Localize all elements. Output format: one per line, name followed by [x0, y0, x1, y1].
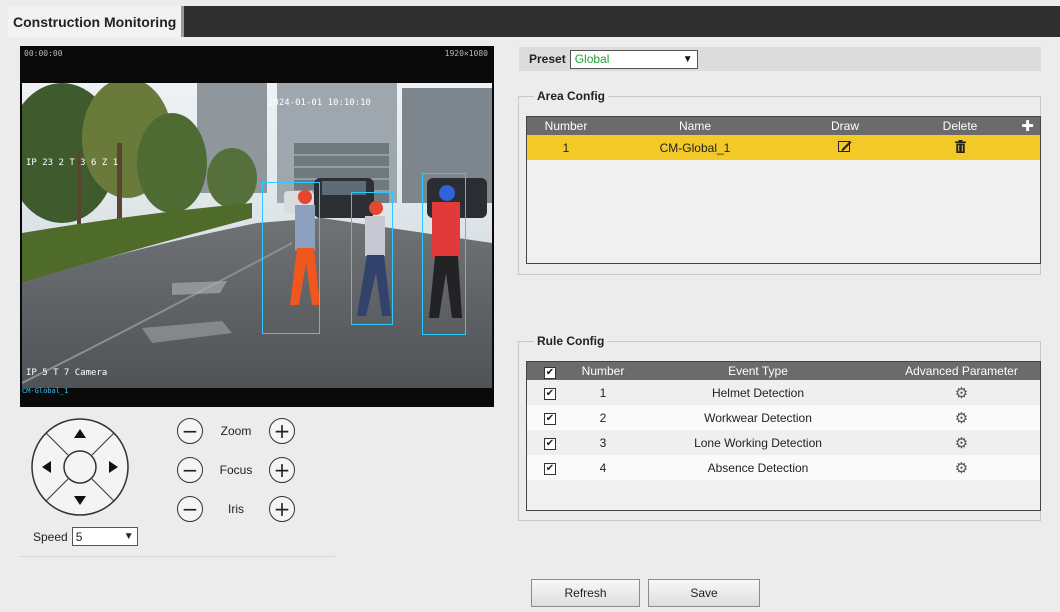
zoom-label: Zoom: [220, 424, 252, 438]
zoom-out-button[interactable]: −: [177, 418, 203, 444]
focus-label: Focus: [219, 463, 253, 477]
speed-value: 5: [75, 529, 83, 544]
preset-label: Preset: [529, 52, 566, 66]
rule-config-table: ✔ Number Event Type Advanced Parameter ✔…: [526, 361, 1041, 511]
table-row[interactable]: ✔ 3 Lone Working Detection ⚙: [527, 430, 1040, 455]
gear-icon[interactable]: ⚙: [883, 434, 1040, 452]
table-row[interactable]: ✔ 4 Absence Detection ⚙: [527, 455, 1040, 480]
rule-checkbox[interactable]: ✔: [544, 413, 556, 425]
preset-select[interactable]: Global ▼: [569, 49, 698, 69]
detection-box: [422, 173, 466, 335]
area-config-table: Number Name Draw Delete ✚ 1 CM-Global_1: [526, 116, 1041, 264]
camera-scene: [22, 83, 492, 388]
osd-bottom-left: IP 5 T 7 Camera: [26, 368, 108, 378]
rule-checkbox[interactable]: ✔: [544, 463, 556, 475]
draw-cell: [785, 140, 905, 155]
rule-event: Workwear Detection: [704, 410, 812, 425]
zoom-control: − Zoom +: [177, 418, 295, 444]
col-name: Name: [678, 119, 711, 133]
col-delete: Delete: [942, 119, 978, 133]
rule-number: 4: [599, 460, 607, 475]
gear-icon[interactable]: ⚙: [883, 384, 1040, 402]
iris-minus-button[interactable]: −: [177, 496, 203, 522]
table-row[interactable]: ✔ 2 Workwear Detection ⚙: [527, 405, 1040, 430]
edit-draw-icon[interactable]: [838, 140, 852, 155]
col-event-type: Event Type: [728, 364, 788, 378]
preset-bar: Preset Global ▼: [519, 47, 1041, 71]
speed-control: Speed 5 ▼: [33, 527, 138, 546]
trash-icon[interactable]: [954, 139, 966, 156]
divider: [20, 556, 335, 557]
rule-number: 1: [599, 385, 607, 400]
col-number: Number: [544, 119, 588, 133]
osd-left-label: IP 23 2 T 3 6 Z 1: [26, 158, 119, 168]
save-button[interactable]: Save: [648, 579, 760, 607]
speed-label: Speed: [33, 529, 68, 544]
rule-event: Lone Working Detection: [694, 435, 822, 450]
select-all-checkbox[interactable]: ✔: [544, 366, 556, 379]
detection-box: [351, 192, 393, 325]
page-title[interactable]: Construction Monitoring: [8, 6, 185, 37]
table-row[interactable]: 1 CM-Global_1: [527, 135, 1040, 160]
rule-number: 3: [599, 435, 607, 450]
iris-plus-button[interactable]: +: [269, 496, 295, 522]
iris-control: − Iris +: [177, 496, 295, 522]
area-number: 1: [562, 140, 570, 155]
area-table-header: Number Name Draw Delete ✚: [527, 117, 1040, 135]
speed-select[interactable]: 5 ▼: [71, 527, 138, 546]
iris-label: Iris: [228, 502, 244, 516]
add-area-icon[interactable]: ✚: [1015, 117, 1040, 135]
chevron-down-icon: ▼: [123, 531, 134, 542]
col-draw: Draw: [830, 119, 859, 133]
top-bar: Construction Monitoring: [0, 0, 1060, 37]
rule-number: 2: [599, 410, 607, 425]
col-rule-number: Number: [581, 364, 625, 378]
refresh-button[interactable]: Refresh: [531, 579, 640, 607]
video-preview[interactable]: 00:00:00 1920×1080 2024-01-01 10:10:10 I…: [20, 46, 494, 407]
table-row[interactable]: ✔ 1 Helmet Detection ⚙: [527, 380, 1040, 405]
zoom-in-button[interactable]: +: [269, 418, 295, 444]
detection-box: [262, 182, 320, 334]
gear-icon[interactable]: ⚙: [883, 409, 1040, 427]
area-name: CM-Global_1: [659, 140, 731, 155]
delete-cell: [905, 139, 1015, 156]
chevron-down-icon: ▼: [682, 53, 693, 65]
col-advanced-parameter: Advanced Parameter: [905, 364, 1018, 378]
osd-top-right: 1920×1080: [444, 49, 488, 58]
rule-checkbox[interactable]: ✔: [544, 438, 556, 450]
gear-icon[interactable]: ⚙: [883, 459, 1040, 477]
select-all-cell: ✔: [527, 364, 573, 379]
rule-checkbox[interactable]: ✔: [544, 388, 556, 400]
osd-area-tag: CM-Global_1: [22, 387, 69, 395]
rule-table-header: ✔ Number Event Type Advanced Parameter: [527, 362, 1040, 380]
rule-event: Absence Detection: [707, 460, 809, 475]
rule-event: Helmet Detection: [711, 385, 805, 400]
focus-control: − Focus +: [177, 457, 295, 483]
area-config-legend: Area Config: [534, 89, 609, 103]
focus-plus-button[interactable]: +: [269, 457, 295, 483]
osd-timestamp: 2024-01-01 10:10:10: [268, 98, 371, 108]
osd-top-left: 00:00:00: [24, 49, 63, 58]
preset-value: Global: [574, 52, 610, 66]
rule-config-legend: Rule Config: [534, 334, 608, 348]
focus-minus-button[interactable]: −: [177, 457, 203, 483]
ptz-direction-pad[interactable]: [30, 417, 130, 517]
